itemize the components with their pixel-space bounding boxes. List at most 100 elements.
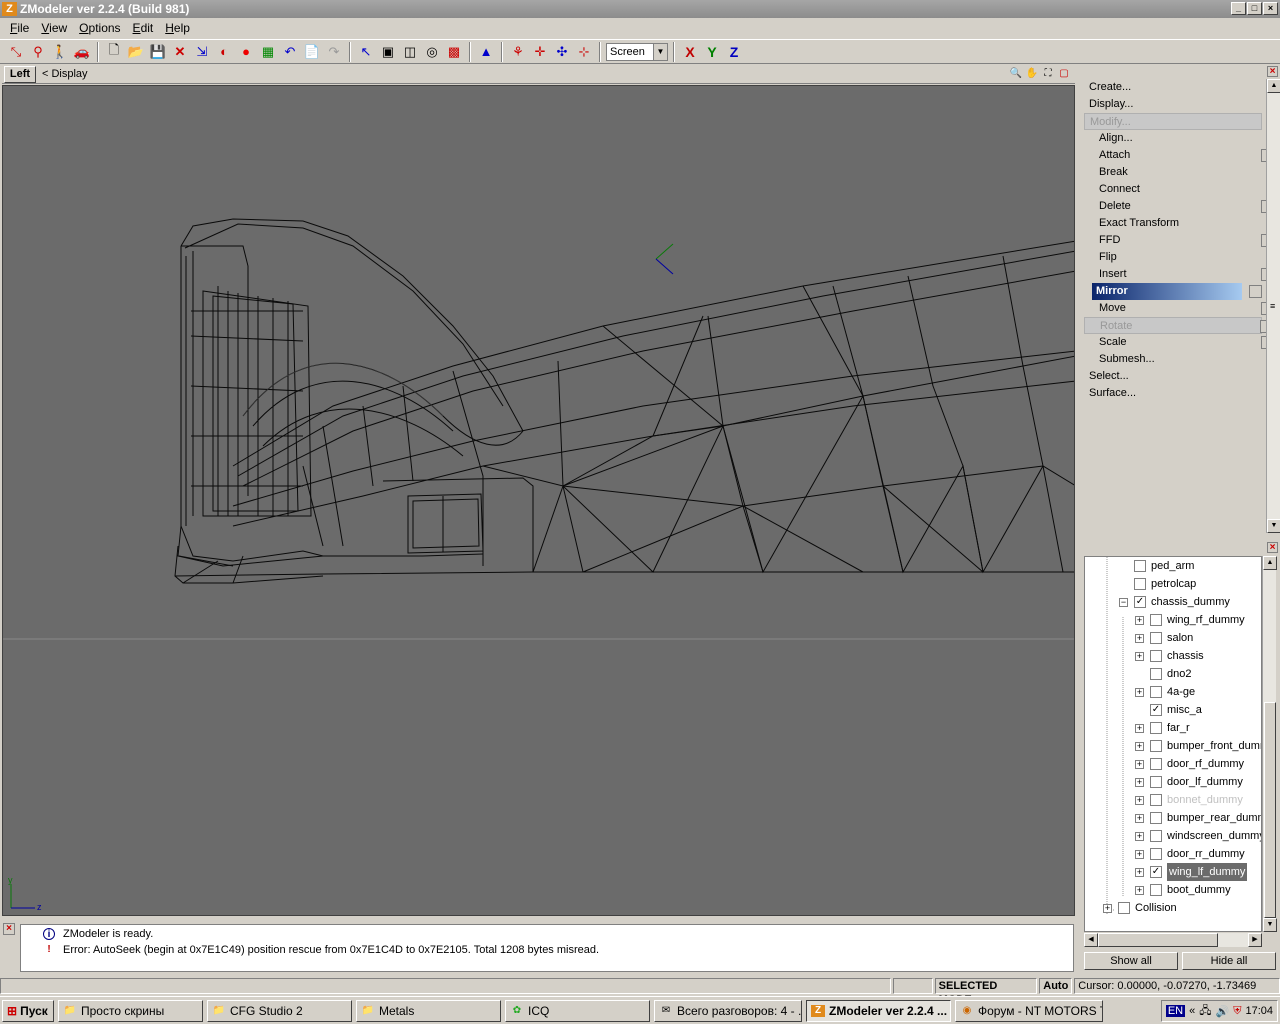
menu-file[interactable]: File	[4, 21, 35, 35]
axis-x-button[interactable]: X	[680, 42, 700, 62]
cube-icon[interactable]: ▣	[378, 42, 398, 62]
tree-item-misc-a[interactable]: ✓ misc_a	[1135, 701, 1202, 719]
tree-item-door-lf-dummy[interactable]: + door_lf_dummy	[1135, 773, 1243, 791]
axis-z-button[interactable]: Z	[724, 42, 744, 62]
command-surface[interactable]: Surface...	[1084, 385, 1262, 402]
start-button[interactable]: ⊞ Пуск	[2, 999, 54, 1022]
show-all-button[interactable]: Show all	[1084, 952, 1178, 970]
open-folder-icon[interactable]: 📂	[126, 42, 146, 62]
delete-icon[interactable]: ✕	[170, 42, 190, 62]
command-exact-transform[interactable]: Exact Transform	[1084, 215, 1262, 232]
command-break[interactable]: Break	[1084, 164, 1262, 181]
visibility-checkbox[interactable]: ✓	[1150, 866, 1162, 878]
visibility-checkbox[interactable]: ✓	[1134, 596, 1146, 608]
axis-y-button[interactable]: Y	[702, 42, 722, 62]
viewport-3d[interactable]: y z	[2, 85, 1075, 916]
command-display[interactable]: Display...	[1084, 96, 1262, 113]
scroll-up-icon[interactable]: ▲	[1263, 556, 1277, 570]
tree-item-far-r[interactable]: + far_r	[1135, 719, 1190, 737]
visibility-checkbox[interactable]	[1150, 848, 1162, 860]
coordinate-mode-select[interactable]: Screen ▼	[606, 42, 668, 61]
scroll-grip-icon[interactable]: ≡	[1270, 301, 1275, 311]
menu-view[interactable]: View	[35, 21, 73, 35]
cube-red-icon[interactable]: ▩	[444, 42, 464, 62]
walk-icon[interactable]: 🚶	[50, 42, 70, 62]
visibility-checkbox[interactable]	[1150, 686, 1162, 698]
command-panel-scrollbar[interactable]: ▲ ≡ ▼	[1266, 79, 1280, 533]
command-insert[interactable]: Insert	[1084, 266, 1274, 283]
language-indicator[interactable]: EN	[1165, 1005, 1186, 1017]
record-icon[interactable]: ●	[236, 42, 256, 62]
tray-chevron-icon[interactable]: «	[1189, 1005, 1195, 1017]
expand-icon[interactable]: +	[1135, 795, 1144, 805]
tree-horizontal-scrollbar[interactable]: ◀ ▶	[1084, 933, 1262, 947]
notes-icon[interactable]: 📄	[302, 42, 322, 62]
select-mode-icon[interactable]: ⤡	[6, 42, 26, 62]
expand-icon[interactable]: +	[1135, 633, 1144, 643]
texture-icon[interactable]: ▦	[258, 42, 278, 62]
pointer-icon[interactable]: ↖	[356, 42, 376, 62]
taskbar-item[interactable]: Z ZModeler ver 2.2.4 ...	[806, 999, 951, 1022]
tree-item-bumper-rear-dumm[interactable]: + bumper_rear_dumm	[1135, 809, 1261, 827]
tree-item-petrolcap[interactable]: petrolcap	[1119, 575, 1196, 593]
visibility-checkbox[interactable]	[1150, 830, 1162, 842]
taskbar-item[interactable]: 📁 Просто скрины	[58, 999, 203, 1022]
command-rotate[interactable]: Rotate	[1084, 317, 1273, 334]
tree-scroll-thumb[interactable]	[1264, 702, 1276, 918]
tree-item-salon[interactable]: + salon	[1135, 629, 1193, 647]
new-file-icon[interactable]: 🗋	[104, 42, 124, 62]
command-attach[interactable]: Attach	[1084, 147, 1274, 164]
tree-item-collision[interactable]: + Collision	[1103, 899, 1177, 917]
command-scale[interactable]: Scale	[1084, 334, 1274, 351]
chevron-down-icon[interactable]: ▼	[653, 43, 667, 60]
tree-item-bumper-front-dumm[interactable]: + bumper_front_dumm	[1135, 737, 1261, 755]
scroll-up-icon[interactable]: ▲	[1267, 79, 1280, 93]
magnet-icon[interactable]: ⚘	[508, 42, 528, 62]
taskbar-item[interactable]: ◉ Форум - NT MOTORS T...	[955, 999, 1103, 1022]
tree-item-wing-lf-dummy[interactable]: + ✓ wing_lf_dummy	[1135, 863, 1248, 881]
scroll-right-icon[interactable]: ▶	[1248, 933, 1262, 947]
visibility-checkbox[interactable]	[1150, 632, 1162, 644]
sphere-icon[interactable]: ◎	[422, 42, 442, 62]
pan-hand-icon[interactable]: ✋	[1025, 67, 1039, 81]
render-icon[interactable]: ◐	[214, 42, 234, 62]
expand-icon[interactable]: +	[1135, 741, 1144, 751]
visibility-checkbox[interactable]	[1134, 578, 1146, 590]
network-icon[interactable]: 🖧	[1199, 1002, 1211, 1021]
tree-item-door-rr-dummy[interactable]: + door_rr_dummy	[1135, 845, 1245, 863]
vertex-mode-icon[interactable]: ⚲	[28, 42, 48, 62]
antivirus-icon[interactable]: ⛨	[1233, 1005, 1241, 1018]
visibility-checkbox[interactable]	[1150, 668, 1162, 680]
redo-icon[interactable]: ↷	[324, 42, 344, 62]
visibility-checkbox[interactable]	[1150, 884, 1162, 896]
axis-move-icon[interactable]: ✛	[530, 42, 550, 62]
display-breadcrumb[interactable]: < Display	[42, 68, 88, 80]
import-icon[interactable]: ⇲	[192, 42, 212, 62]
scroll-down-icon[interactable]: ▼	[1263, 918, 1277, 932]
visibility-checkbox[interactable]	[1150, 812, 1162, 824]
visibility-checkbox[interactable]	[1134, 560, 1146, 572]
tree-item-4a-ge[interactable]: +4a-ge	[1135, 683, 1195, 701]
expand-icon[interactable]: +	[1135, 651, 1144, 661]
expand-icon[interactable]: +	[1135, 777, 1144, 787]
command-move[interactable]: Move	[1084, 300, 1274, 317]
command-modify[interactable]: Modify...	[1084, 113, 1262, 130]
axis-rotate-icon[interactable]: ✣	[552, 42, 572, 62]
expand-icon[interactable]: +	[1135, 687, 1144, 697]
visibility-checkbox[interactable]	[1150, 794, 1162, 806]
menu-help[interactable]: Help	[159, 21, 196, 35]
minimize-button[interactable]: _	[1231, 2, 1246, 15]
visibility-checkbox[interactable]	[1150, 614, 1162, 626]
taskbar-item[interactable]: ✉ Всего разговоров: 4 - ...	[654, 999, 802, 1022]
expand-icon[interactable]: +	[1135, 615, 1144, 625]
tree-item-windscreen-dummy[interactable]: + windscreen_dummy	[1135, 827, 1261, 845]
scroll-down-icon[interactable]: ▼	[1267, 519, 1280, 533]
command-panel-close-icon[interactable]: ×	[1267, 66, 1278, 77]
scroll-left-icon[interactable]: ◀	[1084, 933, 1098, 947]
taskbar-item[interactable]: 📁 CFG Studio 2	[207, 999, 352, 1022]
cone-icon[interactable]: ▲	[476, 42, 496, 62]
expand-icon[interactable]: +	[1135, 885, 1144, 895]
tree-item-boot-dummy[interactable]: + boot_dummy	[1135, 881, 1231, 899]
menu-options[interactable]: Options	[73, 21, 126, 35]
maximize-button[interactable]: □	[1247, 2, 1262, 15]
